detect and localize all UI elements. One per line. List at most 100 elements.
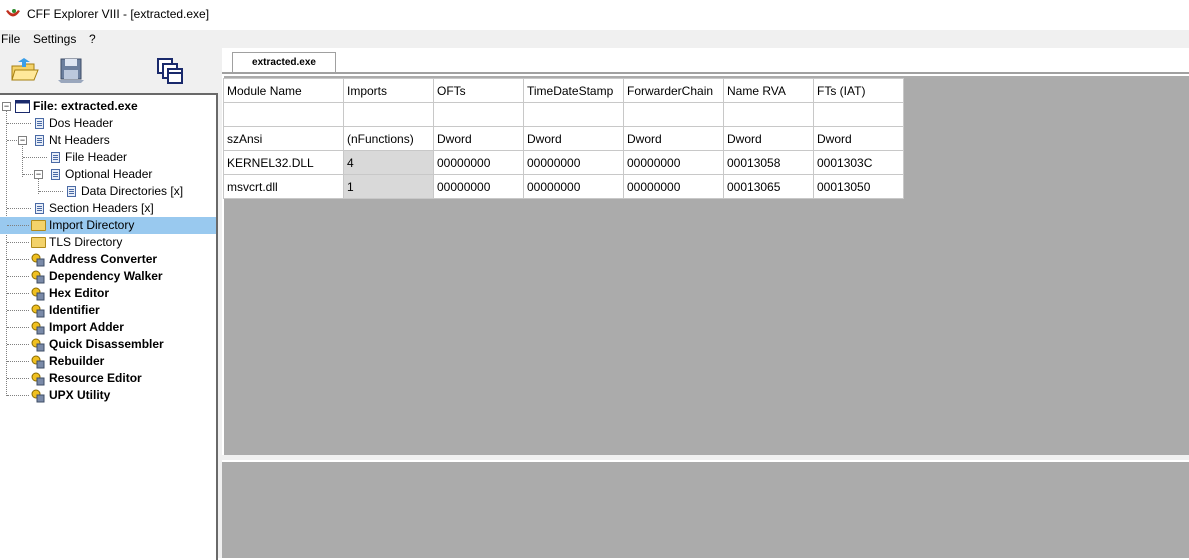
folder-icon — [31, 237, 46, 248]
column-header[interactable]: OFTs — [433, 78, 524, 103]
menu-settings[interactable]: Settings — [33, 32, 76, 46]
column-header[interactable]: ForwarderChain — [623, 78, 724, 103]
tree-item-rebuilder[interactable]: Rebuilder — [0, 353, 216, 370]
tree-line — [7, 395, 29, 396]
tab-strip: extracted.exe — [222, 48, 1189, 73]
tool-icon — [31, 270, 45, 284]
tree-item-optional-header[interactable]: − Optional Header — [0, 166, 216, 183]
collapse-icon[interactable]: − — [34, 170, 43, 179]
tree-item-label: Optional Header — [65, 167, 153, 181]
tree-item-nt-headers[interactable]: − Nt Headers — [0, 132, 216, 149]
tree-line — [7, 208, 31, 209]
tree-line — [7, 327, 29, 328]
table-cell[interactable]: 00000000 — [623, 174, 724, 199]
menu-file[interactable]: File — [1, 32, 20, 46]
tree-item-label: TLS Directory — [49, 235, 123, 249]
tree-item-label: File: extracted.exe — [33, 99, 138, 113]
tree-item-hex-editor[interactable]: Hex Editor — [0, 285, 216, 302]
tree-line — [7, 361, 29, 362]
tree-item-label: Data Directories [x] — [81, 184, 184, 198]
column-header[interactable]: TimeDateStamp — [523, 78, 624, 103]
tool-icon — [31, 321, 45, 335]
table-row[interactable]: KERNEL32.DLL 4 00000000 00000000 0000000… — [223, 150, 904, 175]
tree-line — [7, 310, 29, 311]
tree-item-import-adder[interactable]: Import Adder — [0, 319, 216, 336]
tree-item-label: Quick Disassembler — [49, 337, 164, 351]
tree-item-label: Hex Editor — [49, 286, 110, 300]
tool-icon — [31, 253, 45, 267]
type-cell: Dword — [623, 126, 724, 151]
table-row[interactable]: msvcrt.dll 1 00000000 00000000 00000000 … — [223, 174, 904, 199]
tree-line — [7, 293, 29, 294]
tree-line — [7, 123, 31, 124]
tree-item-label: Nt Headers — [49, 133, 110, 147]
table-cell — [623, 102, 724, 127]
type-cell: (nFunctions) — [343, 126, 434, 151]
menu-bar: File Settings ? — [0, 30, 1189, 48]
tree-line — [7, 259, 29, 260]
tree-item-label: Address Converter — [49, 252, 158, 266]
table-cell — [223, 102, 344, 127]
windows-icon[interactable] — [155, 56, 185, 84]
doc-icon — [67, 186, 76, 197]
tree-item-label: Resource Editor — [49, 371, 142, 385]
table-cell[interactable]: 0001303C — [813, 150, 904, 175]
tree-item-tls-directory[interactable]: TLS Directory — [0, 234, 216, 251]
collapse-icon[interactable]: − — [2, 102, 11, 111]
table-cell[interactable]: 00013050 — [813, 174, 904, 199]
tree-item-data-directories[interactable]: Data Directories [x] — [0, 183, 216, 200]
window-icon — [15, 100, 30, 113]
table-cell[interactable]: 4 — [343, 150, 434, 175]
column-header[interactable]: FTs (IAT) — [813, 78, 904, 103]
tool-icon — [31, 338, 45, 352]
tool-icon — [31, 287, 45, 301]
type-cell: Dword — [433, 126, 524, 151]
tool-icon — [31, 304, 45, 318]
table-cell[interactable]: KERNEL32.DLL — [223, 150, 344, 175]
tree-line — [23, 157, 47, 158]
table-cell — [523, 102, 624, 127]
tree-line — [39, 191, 63, 192]
tree-item-dependency-walker[interactable]: Dependency Walker — [0, 268, 216, 285]
tree-item-dos-header[interactable]: Dos Header — [0, 115, 216, 132]
save-disk-icon[interactable] — [56, 56, 86, 84]
doc-icon — [35, 135, 44, 146]
tree-item-label: UPX Utility — [49, 388, 111, 402]
table-cell[interactable]: 00000000 — [623, 150, 724, 175]
doc-icon — [35, 203, 44, 214]
tree-item-quick-disassembler[interactable]: Quick Disassembler — [0, 336, 216, 353]
column-header[interactable]: Module Name — [223, 78, 344, 103]
tree-item-resource-editor[interactable]: Resource Editor — [0, 370, 216, 387]
tree-item-import-directory[interactable]: Import Directory — [0, 217, 216, 234]
tree-line — [7, 242, 29, 243]
table-cell[interactable]: 00013058 — [723, 150, 814, 175]
table-cell[interactable]: 00013065 — [723, 174, 814, 199]
doc-icon — [35, 118, 44, 129]
tree-item-section-headers[interactable]: Section Headers [x] — [0, 200, 216, 217]
table-cell[interactable]: msvcrt.dll — [223, 174, 344, 199]
table-cell[interactable]: 1 — [343, 174, 434, 199]
table-cell[interactable]: 00000000 — [523, 174, 624, 199]
tree-item-upx-utility[interactable]: UPX Utility — [0, 387, 216, 404]
open-file-icon[interactable] — [10, 56, 40, 84]
type-cell: Dword — [723, 126, 814, 151]
toolbar — [0, 48, 218, 93]
tree-item-root[interactable]: − File: extracted.exe — [0, 98, 216, 115]
tree-item-file-header[interactable]: File Header — [0, 149, 216, 166]
table-cell[interactable]: 00000000 — [523, 150, 624, 175]
tool-icon — [31, 389, 45, 403]
menu-help[interactable]: ? — [89, 32, 96, 46]
tree-item-label: Identifier — [49, 303, 100, 317]
column-header[interactable]: Name RVA — [723, 78, 814, 103]
tree-item-label: Section Headers [x] — [49, 201, 154, 215]
table-cell[interactable]: 00000000 — [433, 150, 524, 175]
table-cell — [723, 102, 814, 127]
table-cell[interactable]: 00000000 — [433, 174, 524, 199]
tree-item-identifier[interactable]: Identifier — [0, 302, 216, 319]
collapse-icon[interactable]: − — [18, 136, 27, 145]
tab-extracted-exe[interactable]: extracted.exe — [232, 52, 336, 73]
tree-item-label: File Header — [65, 150, 128, 164]
tree-item-address-converter[interactable]: Address Converter — [0, 251, 216, 268]
detail-panel — [222, 460, 1189, 558]
column-header[interactable]: Imports — [343, 78, 434, 103]
